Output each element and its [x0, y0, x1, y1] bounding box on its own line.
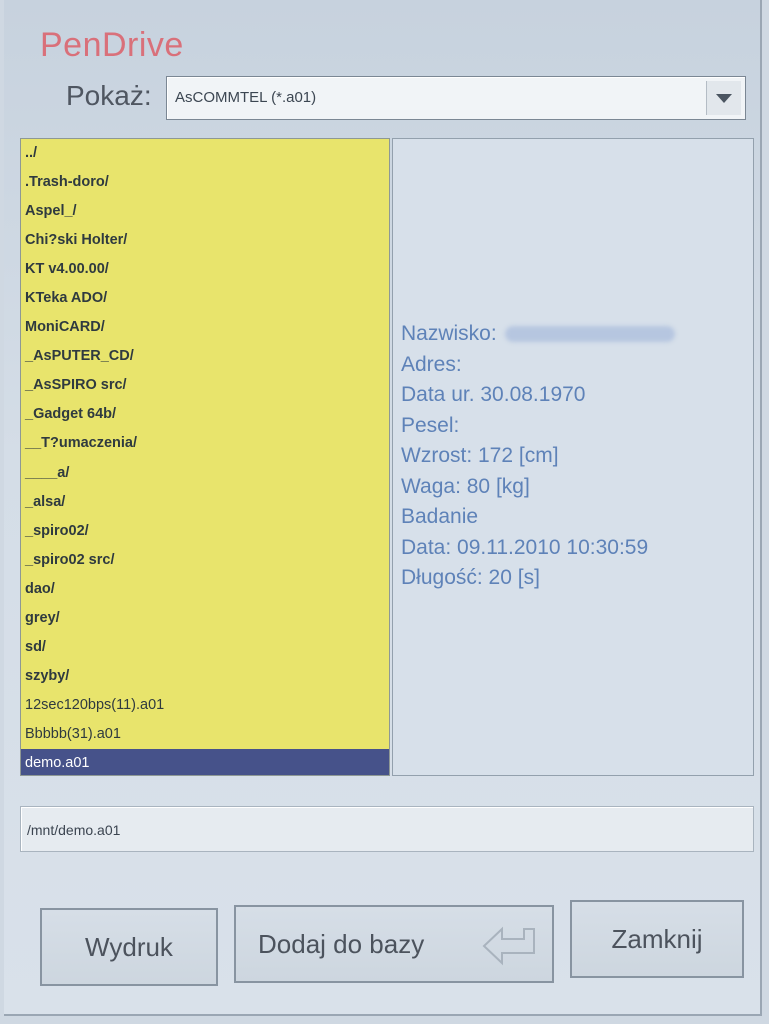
folder-item[interactable]: szyby/	[21, 662, 389, 691]
patient-info-text: Badanie	[401, 505, 479, 528]
print-button-label: Wydruk	[85, 931, 173, 962]
file-type-select[interactable]: AsCOMMTEL (*.a01)	[166, 76, 746, 120]
path-field[interactable]: /mnt/demo.a01	[20, 806, 754, 852]
patient-info-text: Nazwisko:	[401, 322, 497, 345]
folder-item[interactable]: _spiro02 src/	[21, 546, 389, 575]
folder-item[interactable]: grey/	[21, 604, 389, 633]
folder-item[interactable]: KTeka ADO/	[21, 284, 389, 313]
folder-item[interactable]: Aspel_/	[21, 197, 389, 226]
print-button[interactable]: Wydruk	[40, 908, 218, 986]
patient-info-text: Wzrost: 172 [cm]	[401, 444, 559, 467]
folder-item[interactable]: sd/	[21, 633, 389, 662]
pendrive-dialog: PenDrive Pokaż: AsCOMMTEL (*.a01) ../.Tr…	[4, 0, 762, 1016]
folder-item[interactable]: ____a/	[21, 459, 389, 488]
patient-info-text: Pesel:	[401, 413, 460, 437]
redacted-name	[504, 326, 675, 343]
patient-info-panel: Nazwisko: Adres: Data ur. 30.08.1970 Pesel:…	[392, 138, 754, 776]
path-value: /mnt/demo.a01	[27, 822, 121, 838]
patient-info-text: Waga: 80 [kg]	[401, 474, 530, 498]
patient-info-text: Adres:	[401, 352, 462, 376]
patient-info-line: Adres:	[401, 350, 675, 381]
folder-item[interactable]: .Trash-doro/	[21, 168, 389, 197]
folder-item[interactable]: _AsSPIRO src/	[21, 371, 389, 400]
folder-item[interactable]: MoniCARD/	[21, 313, 389, 342]
patient-info-line: Data ur. 30.08.1970	[401, 380, 675, 411]
file-item[interactable]: 12sec120bps(11).a01	[21, 691, 389, 720]
folder-item[interactable]: Chi?ski Holter/	[21, 226, 389, 255]
enter-arrow-icon	[482, 926, 535, 966]
patient-info-line: Wzrost: 172 [cm]	[401, 441, 675, 472]
patient-info-line: Data: 09.11.2010 10:30:59	[401, 533, 675, 564]
folder-item[interactable]: dao/	[21, 575, 389, 604]
patient-info-line: Badanie	[401, 502, 675, 533]
patient-info-line: Nazwisko:	[401, 319, 675, 350]
folder-item[interactable]: _AsPUTER_CD/	[21, 342, 389, 371]
close-button[interactable]: Zamknij	[570, 900, 744, 978]
patient-info-text: Data: 09.11.2010 10:30:59	[401, 535, 649, 559]
file-item[interactable]: Bbbbb(31).a01	[21, 720, 389, 749]
chevron-down-icon[interactable]	[706, 81, 741, 115]
close-button-label: Zamknij	[611, 923, 703, 954]
file-item[interactable]: demo.a01	[21, 748, 389, 775]
folder-item[interactable]: _Gadget 64b/	[21, 400, 389, 429]
patient-info-line: Waga: 80 [kg]	[401, 472, 675, 503]
file-type-value: AsCOMMTEL (*.a01)	[175, 89, 317, 106]
folder-item[interactable]: _alsa/	[21, 488, 389, 517]
file-list[interactable]: ../.Trash-doro/Aspel_/Chi?ski Holter/KT …	[20, 138, 390, 776]
add-to-database-button[interactable]: Dodaj do bazy	[234, 905, 554, 983]
filter-label: Pokaż:	[66, 80, 152, 111]
add-to-database-label: Dodaj do bazy	[258, 928, 425, 959]
patient-info-line: Pesel:	[401, 411, 675, 442]
patient-info-lines: Nazwisko: Adres: Data ur. 30.08.1970 Pesel:…	[401, 319, 675, 594]
app-title: PenDrive	[40, 26, 184, 64]
patient-info-text: Długość: 20 [s]	[401, 566, 540, 589]
folder-item[interactable]: _spiro02/	[21, 517, 389, 546]
folder-item[interactable]: KT v4.00.00/	[21, 255, 389, 284]
patient-info-line: Długość: 20 [s]	[401, 563, 675, 594]
folder-item[interactable]: __T?umaczenia/	[21, 429, 389, 458]
patient-info-text: Data ur. 30.08.1970	[401, 383, 586, 406]
folder-item[interactable]: ../	[21, 139, 389, 168]
